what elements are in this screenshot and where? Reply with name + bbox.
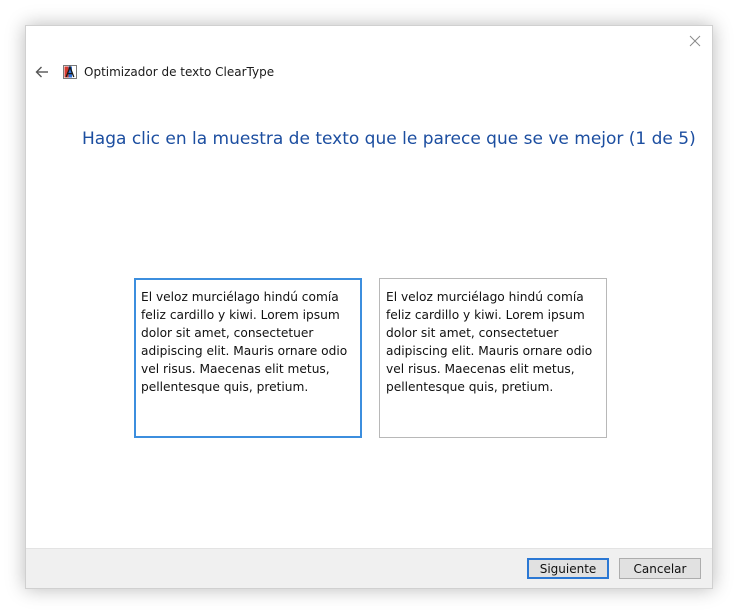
close-button[interactable]	[684, 32, 706, 50]
cancel-button[interactable]: Cancelar	[619, 558, 701, 579]
title-row: Optimizador de texto ClearType	[34, 62, 274, 82]
text-sample-2-text: El veloz murciélago hindú comía feliz ca…	[386, 290, 593, 394]
text-sample-1[interactable]: El veloz murciélago hindú comía feliz ca…	[134, 278, 362, 438]
cleartype-wizard-window: Optimizador de texto ClearType Haga clic…	[25, 25, 713, 589]
window-title: Optimizador de texto ClearType	[84, 65, 275, 79]
back-arrow-icon	[35, 63, 49, 82]
page-heading: Haga clic en la muestra de texto que le …	[82, 129, 696, 149]
back-button[interactable]	[34, 64, 50, 80]
cleartype-app-icon	[63, 65, 77, 79]
next-button[interactable]: Siguiente	[527, 558, 609, 579]
text-sample-1-text: El veloz murciélago hindú comía feliz ca…	[141, 290, 348, 394]
footer-bar: Siguiente Cancelar	[26, 548, 712, 588]
close-icon	[689, 32, 701, 51]
text-sample-2[interactable]: El veloz murciélago hindú comía feliz ca…	[379, 278, 607, 438]
